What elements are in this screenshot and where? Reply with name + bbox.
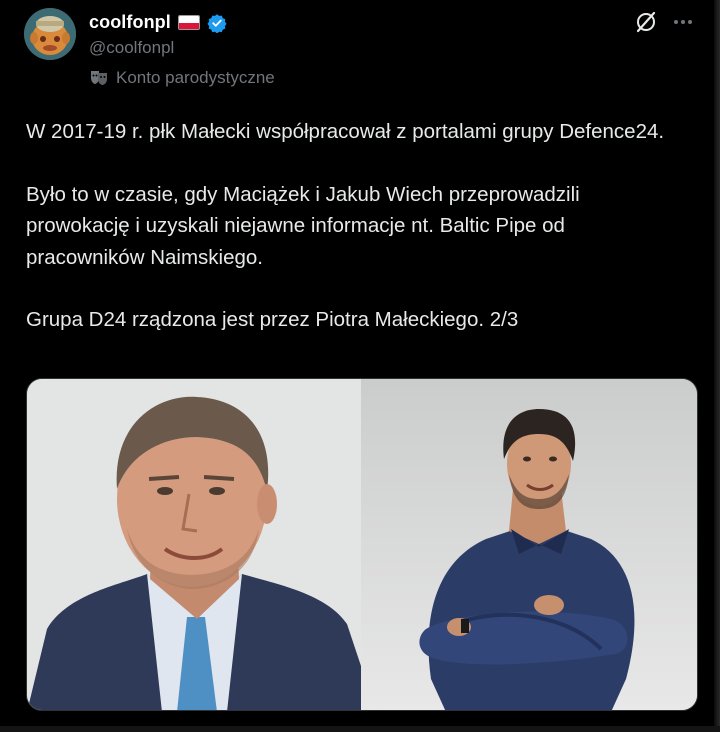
name-row: coolfonpl	[89, 12, 227, 33]
media-photo-left[interactable]	[27, 379, 361, 710]
tweet-paragraph: W 2017-19 r. płk Małecki współpracował z…	[26, 120, 665, 143]
media-grid	[26, 378, 698, 711]
tweet-text: W 2017-19 r. płk Małecki współpracował z…	[26, 116, 686, 336]
avatar[interactable]	[24, 8, 76, 60]
handle[interactable]: @coolfonpl	[89, 38, 174, 58]
tweet-card: coolfonpl @coolfonpl Konto parodystyczne	[0, 0, 714, 726]
header-actions	[634, 10, 694, 34]
grok-icon[interactable]	[634, 10, 658, 34]
tweet-header: coolfonpl @coolfonpl Konto parodystyczne	[24, 8, 694, 94]
more-icon[interactable]	[672, 11, 694, 33]
media-photo-right[interactable]	[361, 379, 697, 710]
portrait-man-denim-shirt-image	[361, 379, 697, 710]
display-name[interactable]: coolfonpl	[89, 12, 171, 33]
verified-badge-icon	[207, 13, 227, 33]
tweet-paragraph: Grupa D24 rządzona jest przez Piotra Mał…	[26, 308, 519, 331]
window-bottom-edge	[0, 726, 720, 732]
poland-flag-icon	[177, 15, 200, 30]
parody-label: Konto parodystyczne	[116, 68, 275, 87]
parody-mask-icon	[91, 71, 107, 85]
tweet-paragraph: Było to w czasie, gdy Maciążek i Jakub W…	[26, 182, 580, 269]
portrait-man-suit-image	[27, 379, 361, 710]
window-edge	[714, 0, 720, 732]
parody-label-row: Konto parodystyczne	[89, 68, 275, 88]
avatar-image	[24, 8, 76, 60]
